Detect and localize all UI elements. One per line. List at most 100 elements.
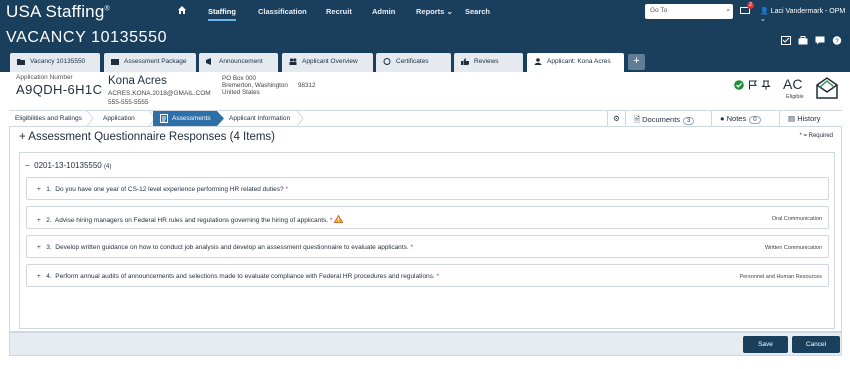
checklist-icon[interactable]	[781, 32, 791, 45]
nav-reports-label: Reports	[416, 7, 445, 16]
application-number-label: Application Number	[16, 74, 73, 81]
tab-label: Assessment Package	[124, 58, 187, 65]
assessment-content: + Assessment Questionnaire Responses (4 …	[9, 127, 842, 332]
nav-reports[interactable]: Reports ⌄	[416, 7, 453, 16]
section-title-text: Assessment Questionnaire Responses (4 It…	[28, 131, 275, 143]
notes-label: Notes	[726, 114, 747, 123]
applicant-name: Kona Acres	[108, 75, 167, 87]
applicant-email: ACRES.KONA.2018@GMAIL.COM	[108, 90, 211, 97]
add-tab-button[interactable]: +	[628, 54, 645, 70]
collapse-icon: −	[25, 161, 35, 170]
documents-button[interactable]: 🗎 Documents 3	[625, 111, 711, 126]
nav-admin[interactable]: Admin	[372, 7, 395, 16]
chevron-down-icon: ⌄	[446, 7, 453, 16]
step-application[interactable]: Application	[99, 111, 149, 126]
question-label: Do you have one year of CS-12 level expe…	[55, 186, 284, 193]
form-footer: Save Cancel	[9, 332, 842, 356]
tab-label: Vacancy 10135550	[30, 58, 86, 65]
documents-count: 3	[683, 117, 695, 125]
step-active-arrow	[217, 111, 224, 126]
question-row[interactable]: + 2. Advise hiring managers on Federal H…	[26, 206, 829, 229]
tab-vacancy[interactable]: Vacancy 10135550	[10, 53, 100, 72]
applicant-initials: AC	[783, 76, 803, 92]
brand-logo[interactable]: USA Staffing®	[6, 2, 110, 22]
step-label: Assessments	[172, 115, 211, 122]
tab-assessment-package[interactable]: Assessment Package	[104, 53, 196, 72]
step-separator	[87, 111, 94, 126]
mail-count-badge: 2	[747, 2, 755, 9]
question-row[interactable]: + 3. Develop written guidance on how to …	[26, 235, 829, 258]
certificate-icon	[383, 58, 391, 65]
user-menu[interactable]: 👤 Laci Vandermark - OPM ⌄	[760, 7, 850, 23]
person-icon	[534, 58, 542, 65]
megaphone-icon	[206, 58, 211, 65]
brand-name: USA Staffing	[6, 2, 105, 21]
tab-applicant[interactable]: Applicant: Kona Acres	[527, 53, 624, 73]
required-marker: *	[285, 186, 288, 193]
step-eligibilities[interactable]: Eligibilities and Ratings	[9, 111, 89, 126]
question-row[interactable]: + 1. Do you have one year of CS-12 level…	[26, 177, 829, 200]
step-separator	[297, 111, 304, 126]
address-zip: 98312	[298, 82, 316, 89]
save-button[interactable]: Save	[743, 336, 788, 353]
notes-count: 0	[749, 116, 761, 124]
question-competency: Oral Communication	[771, 216, 822, 222]
required-marker: *	[329, 217, 333, 224]
briefcase-icon[interactable]	[798, 32, 808, 45]
question-text: + 3. Develop written guidance on how to …	[37, 244, 413, 251]
tab-bar: Vacancy 10135550 Assessment Package Anno…	[0, 52, 850, 73]
tab-applicant-overview[interactable]: Applicant Overview	[282, 53, 373, 72]
gear-icon: ⚙	[613, 114, 620, 123]
comment-icon: ●	[720, 114, 725, 123]
comment-icon[interactable]	[815, 32, 825, 45]
notes-button[interactable]: ● Notes 0	[711, 111, 779, 126]
tab-announcement[interactable]: Announcement	[199, 53, 278, 72]
file-icon: 🗎	[634, 115, 641, 124]
brand-mark: ®	[104, 5, 110, 13]
required-marker: *	[410, 244, 414, 251]
history-button[interactable]: ▤ History	[779, 111, 842, 126]
question-text: + 4. Perform annual audits of announceme…	[37, 273, 439, 280]
section-title[interactable]: + Assessment Questionnaire Responses (4 …	[19, 131, 275, 143]
goto-input[interactable]: Go To ⌕	[645, 4, 733, 19]
question-number: 3.	[46, 244, 52, 251]
flag-icon[interactable]	[748, 80, 758, 90]
question-row[interactable]: + 4. Perform annual audits of announceme…	[26, 264, 829, 287]
nav-classification[interactable]: Classification	[258, 7, 307, 16]
tab-reviews[interactable]: Reviews	[454, 53, 523, 72]
nav-search[interactable]: Search	[465, 7, 490, 16]
tab-label: Applicant: Kona Acres	[547, 58, 611, 65]
top-navigation: USA Staffing® Staffing Classification Re…	[0, 0, 850, 24]
tab-label: Applicant Overview	[302, 58, 358, 65]
required-note: * = Required	[799, 133, 833, 139]
required-marker: *	[436, 273, 439, 280]
search-icon[interactable]: ⌕	[726, 7, 730, 15]
document-icon	[160, 114, 168, 123]
settings-button[interactable]: ⚙	[607, 111, 625, 126]
step-assessments[interactable]: Assessments	[153, 111, 217, 126]
cancel-button[interactable]: Cancel	[792, 336, 840, 353]
check-circle-icon	[734, 80, 744, 90]
help-icon[interactable]: ?	[832, 32, 842, 45]
question-number: 4.	[46, 273, 52, 280]
eligibility-status: Eligible	[786, 94, 804, 100]
question-text: + 2. Advise hiring managers on Federal H…	[37, 214, 344, 224]
expand-icon: +	[37, 217, 47, 224]
question-competency: Personnel and Human Resources	[739, 274, 822, 280]
title-toolbar: ?	[781, 32, 842, 45]
goto-placeholder: Go To	[650, 7, 668, 14]
tab-certificates[interactable]: Certificates	[376, 53, 451, 72]
process-steps: Eligibilities and Ratings Application As…	[9, 110, 842, 127]
nav-staffing[interactable]: Staffing	[208, 7, 236, 21]
warning-icon[interactable]	[333, 214, 344, 223]
notification-envelope-icon[interactable]	[815, 76, 839, 100]
question-label: Advise hiring managers on Federal HR rul…	[54, 217, 329, 224]
question-label: Perform annual audits of announcements a…	[55, 273, 435, 280]
thumbs-up-icon	[461, 58, 469, 65]
step-applicant-information[interactable]: Applicant Information	[227, 111, 302, 126]
nav-recruit[interactable]: Recruit	[326, 7, 352, 16]
pin-icon[interactable]	[761, 80, 771, 90]
history-icon: ▤	[788, 114, 796, 123]
group-header[interactable]: − 0201-13-10135550 (4)	[25, 161, 111, 170]
home-icon[interactable]	[177, 5, 187, 15]
